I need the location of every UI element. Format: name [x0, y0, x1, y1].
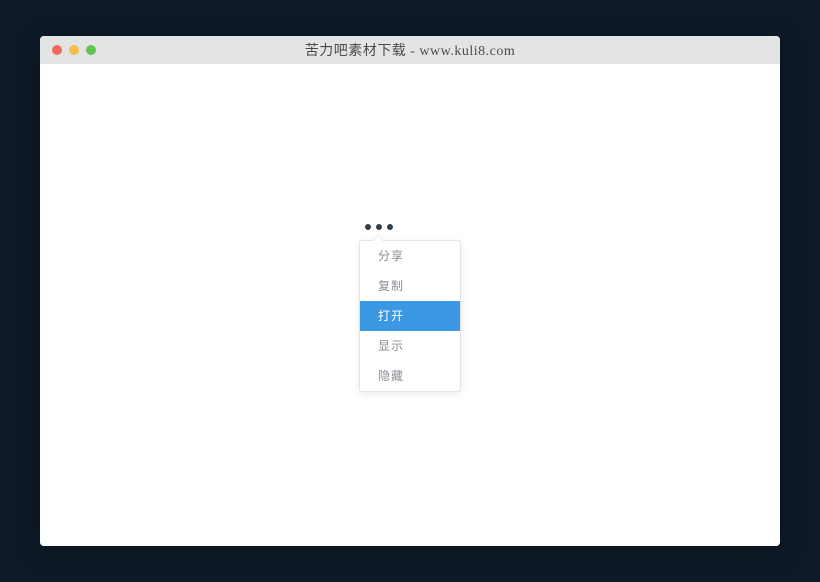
menu-item-show[interactable]: 显示	[360, 331, 460, 361]
menu-item-copy[interactable]: 复制	[360, 271, 460, 301]
dropdown-menu: 分享 复制 打开 显示 隐藏	[359, 240, 461, 392]
menu-item-open[interactable]: 打开	[360, 301, 460, 331]
minimize-icon[interactable]	[69, 45, 79, 55]
dot-icon	[387, 224, 393, 230]
window-title: 苦力吧素材下载 - www.kuli8.com	[40, 40, 780, 60]
dot-icon	[376, 224, 382, 230]
maximize-icon[interactable]	[86, 45, 96, 55]
more-icon[interactable]	[365, 224, 461, 230]
menu-item-hide[interactable]: 隐藏	[360, 361, 460, 391]
app-window: 苦力吧素材下载 - www.kuli8.com 分享 复制 打开 显示 隐藏	[40, 36, 780, 546]
dot-icon	[365, 224, 371, 230]
close-icon[interactable]	[52, 45, 62, 55]
menu-item-share[interactable]: 分享	[360, 241, 460, 271]
content-area: 分享 复制 打开 显示 隐藏	[40, 64, 780, 546]
traffic-lights	[52, 45, 96, 55]
titlebar: 苦力吧素材下载 - www.kuli8.com	[40, 36, 780, 64]
dropdown-container: 分享 复制 打开 显示 隐藏	[359, 224, 461, 392]
